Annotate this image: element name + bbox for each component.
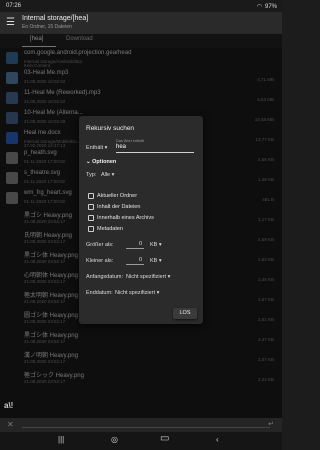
toolbar-title: Internal storage/[hea]	[22, 15, 89, 22]
close-icon[interactable]: ✕	[7, 420, 14, 429]
dialog-title: Rekursiv suchen	[86, 125, 135, 132]
checkbox-inside-archive[interactable]	[88, 215, 94, 221]
match-mode-dropdown[interactable]: Enthält ▾	[86, 145, 107, 151]
greater-than-label: Größer als:	[86, 242, 114, 248]
greater-than-unit-dropdown[interactable]: KB ▾	[150, 242, 162, 248]
enter-icon[interactable]: ↵	[268, 420, 274, 428]
start-date-label: Anfangsdatum:	[86, 274, 123, 280]
recents-icon[interactable]: |||	[58, 435, 64, 444]
status-icons: ◠ 97%	[256, 3, 277, 11]
dropdown-arrow-icon: ▾	[167, 274, 171, 280]
type-label: Typ:	[86, 172, 97, 178]
bottom-text: a\!	[4, 401, 14, 410]
options-toggle[interactable]: ⌄ Optionen	[86, 159, 116, 165]
end-date-label: Enddatum:	[86, 290, 113, 296]
bottom-bar: ✕ ↵	[0, 418, 282, 432]
dropdown-arrow-icon: ▾	[158, 242, 162, 248]
checkbox-label-current-folder: Aktueller Ordner	[97, 193, 138, 199]
match-mode-value: Enthält	[86, 145, 104, 151]
greater-than-unit: KB	[150, 242, 158, 248]
checkbox-metadata[interactable]	[88, 226, 94, 232]
options-header: Optionen	[92, 159, 117, 165]
assistant-icon[interactable]: ◎	[111, 435, 118, 444]
dropdown-arrow-icon: ▾	[158, 258, 162, 264]
toolbar-subtitle: En Ordner, 15 Dateien	[22, 24, 72, 30]
checkbox-label-metadata: Metadaten	[97, 226, 123, 232]
type-value: Alle	[100, 172, 111, 178]
wifi-icon: ◠	[256, 4, 262, 10]
menu-icon[interactable]: ☰	[6, 17, 15, 28]
recursive-search-dialog: Rekursiv suchen Enthält ▾ Das Wort enthä…	[79, 116, 203, 324]
smaller-than-unit: KB	[150, 258, 158, 264]
back-icon[interactable]: ‹	[216, 435, 219, 444]
checkbox-current-folder[interactable]	[88, 193, 94, 199]
start-date-value: Nicht spezifiziert	[126, 274, 167, 280]
status-time: 07:26	[6, 3, 22, 9]
start-date-dropdown[interactable]: Nicht spezifiziert ▾	[126, 274, 170, 280]
app-toolbar: ☰ Internal storage/[hea] En Ordner, 15 D…	[0, 12, 282, 34]
end-date-dropdown[interactable]: Nicht spezifiziert ▾	[115, 290, 159, 296]
dropdown-arrow-icon: ▾	[156, 290, 160, 296]
home-icon[interactable]: ▭	[160, 433, 169, 444]
end-date-value: Nicht spezifiziert	[115, 290, 156, 296]
search-submit-button[interactable]: LOS	[173, 308, 197, 319]
smaller-than-label: Kleiner als:	[86, 258, 114, 264]
input-underline	[22, 427, 270, 428]
search-input[interactable]: hea	[116, 144, 194, 153]
dropdown-arrow-icon: ▾	[111, 172, 115, 178]
search-field-label: Das Wort enthält	[116, 139, 145, 143]
type-filter[interactable]: Typ: Alle ▾	[86, 172, 114, 178]
checkbox-label-file-contents: Inhalt der Dateien	[97, 204, 141, 210]
checkbox-file-contents[interactable]	[88, 204, 94, 210]
smaller-than-unit-dropdown[interactable]: KB ▾	[150, 258, 162, 264]
checkbox-label-inside-archive: Innerhalb eines Archivs	[97, 215, 154, 221]
system-nav-bar: ||| ◎ ▭ ‹	[0, 432, 282, 450]
battery-label: 97%	[264, 3, 277, 10]
greater-than-input[interactable]: 0	[126, 241, 144, 249]
status-bar: 07:26 ◠ 97%	[0, 0, 282, 12]
smaller-than-input[interactable]: 0	[126, 257, 144, 265]
dropdown-arrow-icon: ▾	[104, 145, 108, 151]
